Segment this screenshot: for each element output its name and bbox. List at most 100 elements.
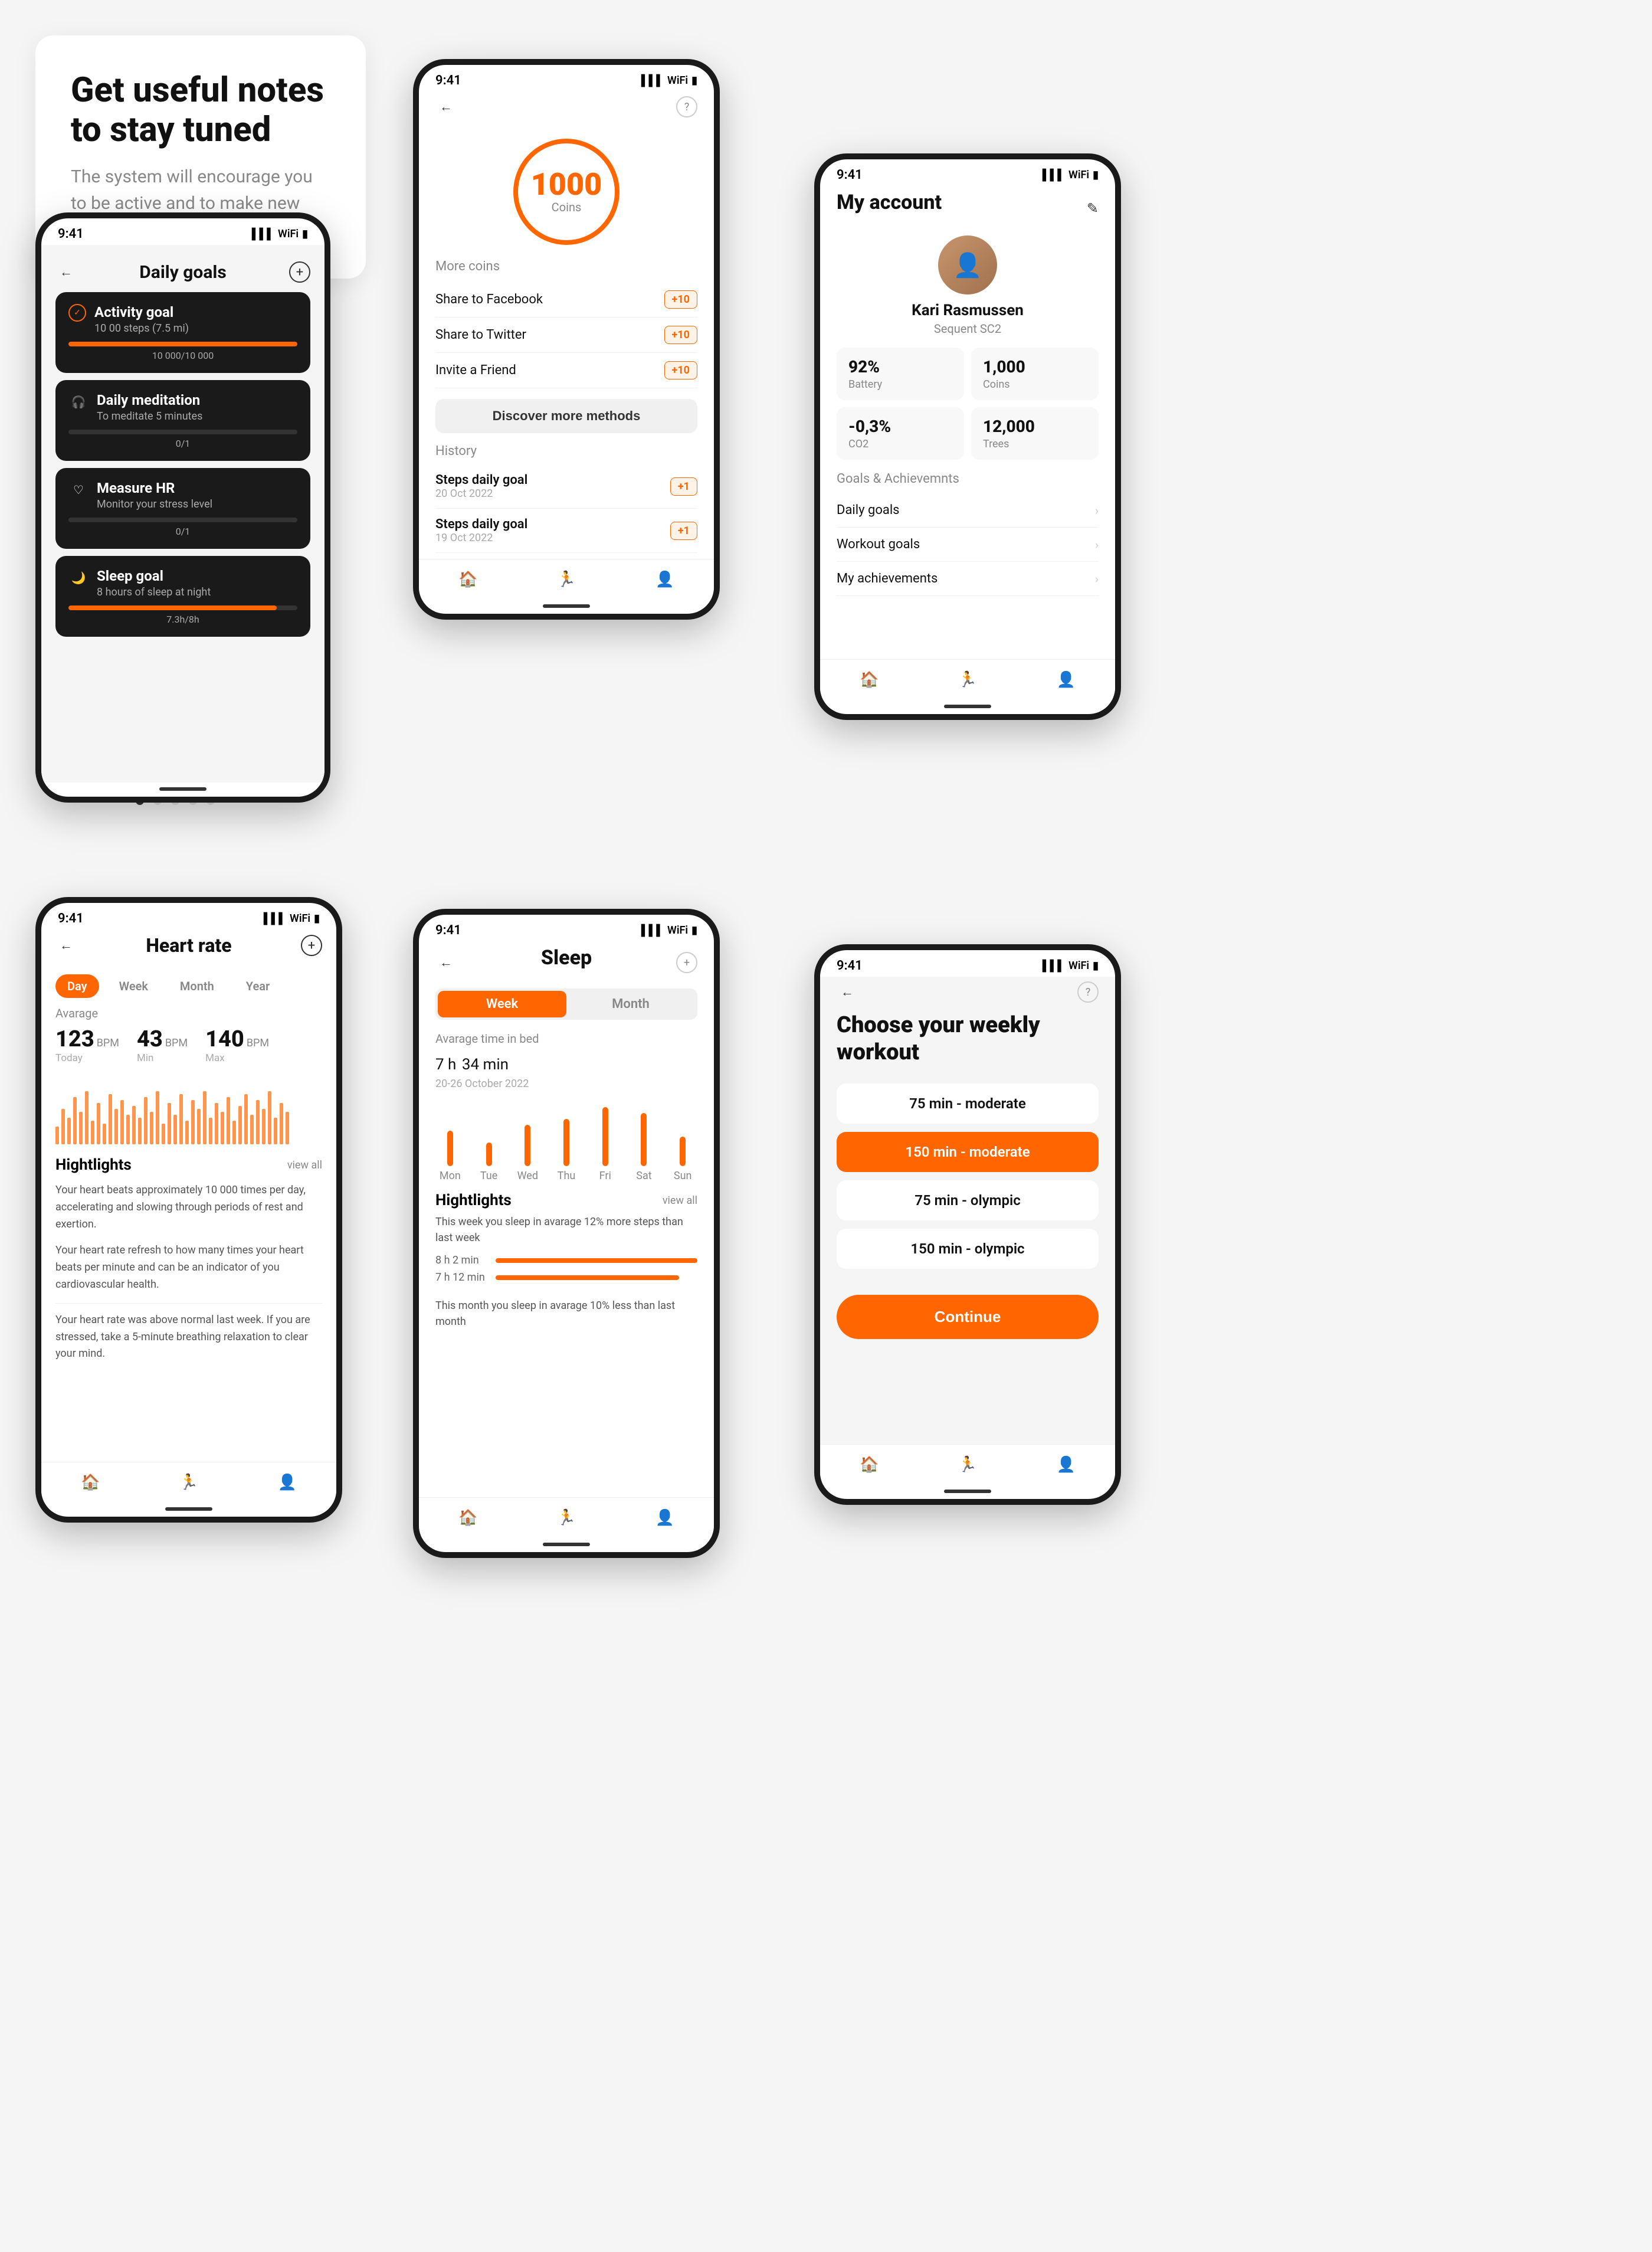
hr-bar: [173, 1115, 177, 1144]
account-goal-item[interactable]: My achievements ›: [837, 562, 1099, 596]
time-5: 9:41: [435, 923, 461, 938]
sleep-mini-label-1: 8 h 2 min: [435, 1254, 489, 1266]
bottom-nav-2: 🏠 🏃 👤: [419, 559, 714, 600]
hr-bar: [132, 1106, 136, 1144]
profile-nav-6[interactable]: 👤: [1054, 1453, 1078, 1477]
back-button-2[interactable]: ←: [435, 96, 457, 117]
help-button[interactable]: ?: [676, 96, 697, 117]
run-nav-2[interactable]: 🏃: [555, 568, 578, 591]
hr-bar: [97, 1103, 100, 1144]
back-button-4[interactable]: ←: [55, 935, 77, 956]
run-nav-5[interactable]: 🏃: [555, 1506, 578, 1530]
sleep-day-label: Sun: [674, 1170, 692, 1182]
coins-method-row[interactable]: Invite a Friend +10: [435, 353, 697, 388]
home-nav-5[interactable]: 🏠: [456, 1506, 480, 1530]
profile-nav-3[interactable]: 👤: [1054, 668, 1078, 692]
sleep-highlight-text-2: This month you sleep in avarage 10% less…: [435, 1298, 697, 1330]
avg-today-unit: BPM: [97, 1037, 119, 1049]
hr-bar: [120, 1100, 124, 1144]
account-goal-item[interactable]: Daily goals ›: [837, 493, 1099, 528]
home-nav-6[interactable]: 🏠: [857, 1453, 881, 1477]
screen-header-4: ← Heart rate +: [55, 929, 322, 966]
hr-bar: [109, 1094, 112, 1144]
avg-bed-label: Avarage time in bed: [435, 1032, 697, 1046]
screen-header-5: ← Sleep +: [435, 941, 697, 988]
profile-nav-2[interactable]: 👤: [653, 568, 677, 591]
add-goal-button[interactable]: +: [289, 261, 310, 283]
profile-nav-5[interactable]: 👤: [653, 1506, 677, 1530]
profile-nav-4[interactable]: 👤: [276, 1471, 299, 1494]
sleep-highlights-title: Hightlights: [435, 1192, 512, 1209]
workout-option[interactable]: 150 min - olympic: [837, 1229, 1099, 1269]
hr-bar: [268, 1091, 271, 1144]
edit-button[interactable]: ✎: [1087, 200, 1099, 217]
hr-bar: [185, 1121, 189, 1144]
coins-badge: +10: [664, 326, 697, 344]
tab-day[interactable]: Day: [55, 974, 99, 998]
run-nav-3[interactable]: 🏃: [956, 668, 979, 692]
battery-icon-6: ▮: [1093, 960, 1099, 972]
stat-card: 1,000 Coins: [971, 348, 1099, 400]
home-nav-3[interactable]: 🏠: [857, 668, 881, 692]
hr-bar: [286, 1112, 289, 1144]
wifi-icon-2: WiFi: [667, 74, 688, 87]
coins-method-row[interactable]: Share to Twitter +10: [435, 317, 697, 353]
avg-max-label: Max: [205, 1052, 269, 1064]
view-all-sleep[interactable]: view all: [663, 1194, 697, 1207]
hr-bar: [197, 1109, 201, 1144]
discover-methods-button[interactable]: Discover more methods: [435, 399, 697, 433]
wifi-icon-4: WiFi: [290, 912, 310, 925]
home-nav-2[interactable]: 🏠: [456, 568, 480, 591]
sleep-add-button[interactable]: +: [676, 952, 697, 973]
avg-max: 140 BPM Max: [205, 1026, 269, 1064]
coins-badge: +10: [664, 361, 697, 379]
back-button-5[interactable]: ←: [435, 952, 457, 973]
tab-week[interactable]: Week: [107, 974, 160, 998]
run-nav-4[interactable]: 🏃: [177, 1471, 201, 1494]
workout-option[interactable]: 75 min - moderate: [837, 1084, 1099, 1124]
tab-month-sleep[interactable]: Month: [566, 991, 695, 1017]
account-goal-item[interactable]: Workout goals ›: [837, 528, 1099, 562]
continue-button[interactable]: Continue: [837, 1295, 1099, 1339]
tab-month-hr[interactable]: Month: [168, 974, 226, 998]
goal-desc: 8 hours of sleep at night: [97, 586, 297, 598]
signal-icon-6: ▌▌▌: [1043, 960, 1065, 972]
goal-card: 🎧 Daily meditation To meditate 5 minutes…: [55, 380, 310, 461]
sleep-title: Sleep: [541, 946, 592, 970]
back-button-1[interactable]: ←: [55, 261, 77, 283]
back-button-6[interactable]: ←: [837, 981, 858, 1003]
tab-year[interactable]: Year: [234, 974, 281, 998]
add-hr-button[interactable]: +: [301, 935, 322, 956]
workout-option[interactable]: 75 min - olympic: [837, 1180, 1099, 1220]
chevron-right-icon: ›: [1095, 572, 1099, 586]
stat-value: -0,3%: [848, 417, 952, 436]
hr-bar: [162, 1124, 165, 1144]
hr-bar: [61, 1109, 65, 1144]
tab-week-sleep[interactable]: Week: [438, 991, 566, 1017]
workout-screen: ← ? Choose your weekly workout 75 min - …: [820, 977, 1115, 1444]
sleep-bar: [486, 1143, 492, 1166]
view-all-hr[interactable]: view all: [287, 1159, 322, 1171]
run-nav-6[interactable]: 🏃: [956, 1453, 979, 1477]
goal-desc: Monitor your stress level: [97, 498, 297, 510]
scroll-indicator-2: [543, 604, 590, 608]
sleep-bar: [525, 1125, 530, 1166]
sleep-screen: ← Sleep + Week Month Avarage time in bed…: [419, 941, 714, 1497]
account-goals-list: Daily goals › Workout goals › My achieve…: [837, 493, 1099, 596]
account-goal-name: Daily goals: [837, 503, 900, 518]
avg-stats-row: 123 BPM Today 43 BPM Min 140 BPM Max: [55, 1026, 322, 1064]
coins-method-row[interactable]: Share to Facebook +10: [435, 282, 697, 317]
workout-option[interactable]: 150 min - moderate: [837, 1132, 1099, 1172]
screen-header-3: My account ✎: [837, 186, 1099, 235]
sleep-highlight-header: Hightlights view all: [435, 1192, 697, 1209]
home-nav-4[interactable]: 🏠: [78, 1471, 102, 1494]
bottom-nav-6: 🏠 🏃 👤: [820, 1444, 1115, 1485]
hr-bar: [221, 1112, 224, 1144]
week-month-tabs: Week Month: [435, 988, 697, 1020]
help-button-6[interactable]: ?: [1077, 981, 1099, 1003]
history-item-date: 19 Oct 2022: [435, 532, 527, 544]
goal-desc: To meditate 5 minutes: [97, 410, 297, 423]
hr-bar: [179, 1094, 183, 1144]
avg-min-value: 43: [137, 1026, 163, 1052]
time-3: 9:41: [837, 168, 863, 182]
